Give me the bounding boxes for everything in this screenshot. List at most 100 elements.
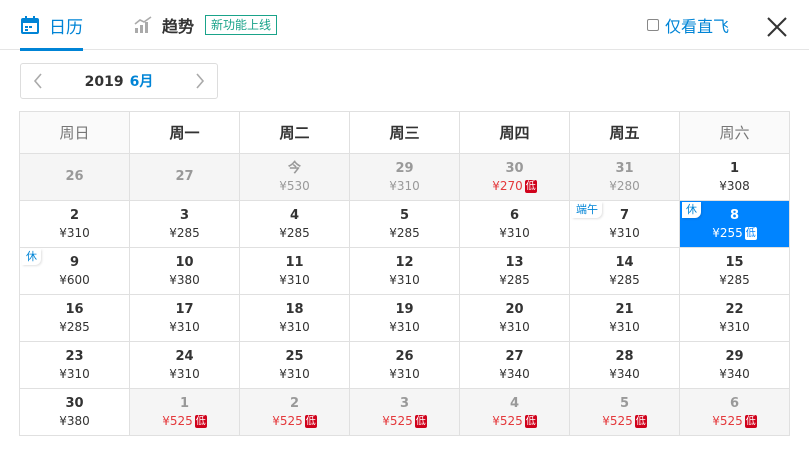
direct-flight-label[interactable]: 仅看直飞 (665, 13, 729, 37)
close-button[interactable] (767, 17, 787, 37)
low-price-badge: 低 (414, 414, 427, 428)
day-price: ¥310 (499, 319, 530, 334)
calendar-day-cell[interactable]: 27 ¥340 (459, 341, 570, 389)
calendar-day-cell[interactable]: 5 ¥525 低 (569, 388, 680, 436)
day-price: ¥285 (169, 225, 200, 240)
low-price-badge: 低 (744, 226, 757, 240)
calendar-day-cell[interactable]: 16 ¥285 (19, 294, 130, 342)
calendar-day-cell[interactable]: 25 ¥310 (239, 341, 350, 389)
day-price-line: ¥525 低 (350, 413, 459, 429)
low-price-badge: 低 (194, 414, 207, 428)
day-price-line: ¥525 低 (240, 413, 349, 429)
calendar-day-cell[interactable]: 10 ¥380 (129, 247, 240, 295)
day-number: 18 (285, 301, 304, 317)
day-price-line: ¥340 (680, 366, 789, 382)
calendar-day-cell[interactable]: 15 ¥285 (679, 247, 790, 295)
calendar-day-cell[interactable]: 1 ¥525 低 (129, 388, 240, 436)
day-price: ¥310 (609, 225, 640, 240)
calendar-day-cell[interactable]: 26 (19, 153, 130, 201)
day-price: ¥525 (162, 413, 193, 428)
calendar-day-cell[interactable]: 27 (129, 153, 240, 201)
day-price-line: ¥255 低 (680, 225, 789, 241)
calendar-day-cell[interactable]: 3 ¥285 (129, 200, 240, 248)
direct-flight-checkbox[interactable] (646, 19, 659, 31)
calendar-day-cell[interactable]: 17 ¥310 (129, 294, 240, 342)
calendar-day-cell[interactable]: 11 ¥310 (239, 247, 350, 295)
calendar-day-cell[interactable]: 4 ¥525 低 (459, 388, 570, 436)
day-price: ¥525 (272, 413, 303, 428)
calendar-day-cell[interactable]: 2 ¥525 低 (239, 388, 350, 436)
day-price-line: ¥310 (570, 225, 679, 241)
calendar-day-cell[interactable]: 22 ¥310 (679, 294, 790, 342)
calendar-day-cell[interactable]: 休 8 ¥255 低 (679, 200, 790, 248)
tab-trend[interactable]: 趋势 新功能上线 (133, 0, 278, 50)
day-price: ¥310 (609, 319, 640, 334)
calendar-day-cell[interactable]: 31 ¥280 (569, 153, 680, 201)
calendar-day-cell[interactable]: 1 ¥308 (679, 153, 790, 201)
day-price: ¥308 (719, 178, 750, 193)
low-price-badge: 低 (634, 414, 647, 428)
day-price: ¥310 (279, 366, 310, 381)
calendar-day-cell[interactable]: 20 ¥310 (459, 294, 570, 342)
calendar-day-cell[interactable]: 5 ¥285 (349, 200, 460, 248)
calendar-day-cell[interactable]: 30 ¥270 低 (459, 153, 570, 201)
calendar-day-cell[interactable]: 12 ¥310 (349, 247, 460, 295)
day-price: ¥270 (492, 178, 523, 193)
calendar-day-cell[interactable]: 29 ¥310 (349, 153, 460, 201)
price-calendar: 周日 周一 周二 周三 周四 周五 周六 26 27 今 ¥530 29 ¥310 30 ¥2… (19, 111, 790, 436)
day-number: 23 (65, 348, 84, 364)
day-price-line: ¥280 (570, 178, 679, 194)
day-price-line: ¥310 (240, 366, 349, 382)
calendar-day-cell[interactable]: 13 ¥285 (459, 247, 570, 295)
weekday-header: 周二 (239, 111, 350, 154)
chevron-right-icon (196, 73, 205, 89)
weekday-header: 周日 (19, 111, 130, 154)
next-month-button[interactable] (183, 64, 217, 98)
calendar-day-cell[interactable]: 端午 7 ¥310 (569, 200, 680, 248)
low-price-badge: 低 (524, 179, 537, 193)
day-price-line: ¥525 低 (130, 413, 239, 429)
day-price-line: ¥310 (570, 319, 679, 335)
calendar-day-cell[interactable]: 21 ¥310 (569, 294, 680, 342)
calendar-day-cell[interactable]: 14 ¥285 (569, 247, 680, 295)
day-price-line: ¥308 (680, 178, 789, 194)
day-price-line: ¥310 (130, 319, 239, 335)
direct-flight-filter[interactable]: 仅看直飞 (646, 0, 729, 50)
day-number: 24 (175, 348, 194, 364)
day-price-line: ¥310 (350, 366, 459, 382)
day-price-line: ¥380 (130, 272, 239, 288)
calendar-day-cell[interactable]: 29 ¥340 (679, 341, 790, 389)
calendar-day-cell[interactable]: 休 9 ¥600 (19, 247, 130, 295)
day-price: ¥255 (712, 225, 743, 240)
current-month: 2019 6月 (55, 71, 183, 91)
weekday-header: 周六 (679, 111, 790, 154)
prev-month-button[interactable] (21, 64, 55, 98)
calendar-day-cell[interactable]: 今 ¥530 (239, 153, 350, 201)
calendar-day-cell[interactable]: 3 ¥525 低 (349, 388, 460, 436)
day-price: ¥310 (59, 225, 90, 240)
day-price: ¥310 (389, 272, 420, 287)
low-price-badge: 低 (524, 414, 537, 428)
calendar-day-cell[interactable]: 23 ¥310 (19, 341, 130, 389)
day-price-line: ¥310 (240, 272, 349, 288)
calendar-day-cell[interactable]: 2 ¥310 (19, 200, 130, 248)
calendar-day-cell[interactable]: 30 ¥380 (19, 388, 130, 436)
calendar-day-cell[interactable]: 28 ¥340 (569, 341, 680, 389)
day-number: 14 (615, 254, 634, 270)
calendar-day-cell[interactable]: 6 ¥310 (459, 200, 570, 248)
day-price: ¥380 (59, 413, 90, 428)
tab-calendar[interactable]: 日历 (20, 0, 83, 51)
day-number: 5 (399, 207, 410, 223)
day-number: 27 (175, 169, 194, 184)
day-price: ¥525 (382, 413, 413, 428)
calendar-day-cell[interactable]: 24 ¥310 (129, 341, 240, 389)
calendar-day-cell[interactable]: 6 ¥525 低 (679, 388, 790, 436)
month-navigator: 2019 6月 (20, 63, 218, 99)
weekday-header: 周四 (459, 111, 570, 154)
holiday-tag: 休 (682, 202, 701, 218)
calendar-day-cell[interactable]: 4 ¥285 (239, 200, 350, 248)
calendar-day-cell[interactable]: 19 ¥310 (349, 294, 460, 342)
calendar-day-cell[interactable]: 26 ¥310 (349, 341, 460, 389)
calendar-day-cell[interactable]: 18 ¥310 (239, 294, 350, 342)
day-number: 29 (725, 348, 744, 364)
